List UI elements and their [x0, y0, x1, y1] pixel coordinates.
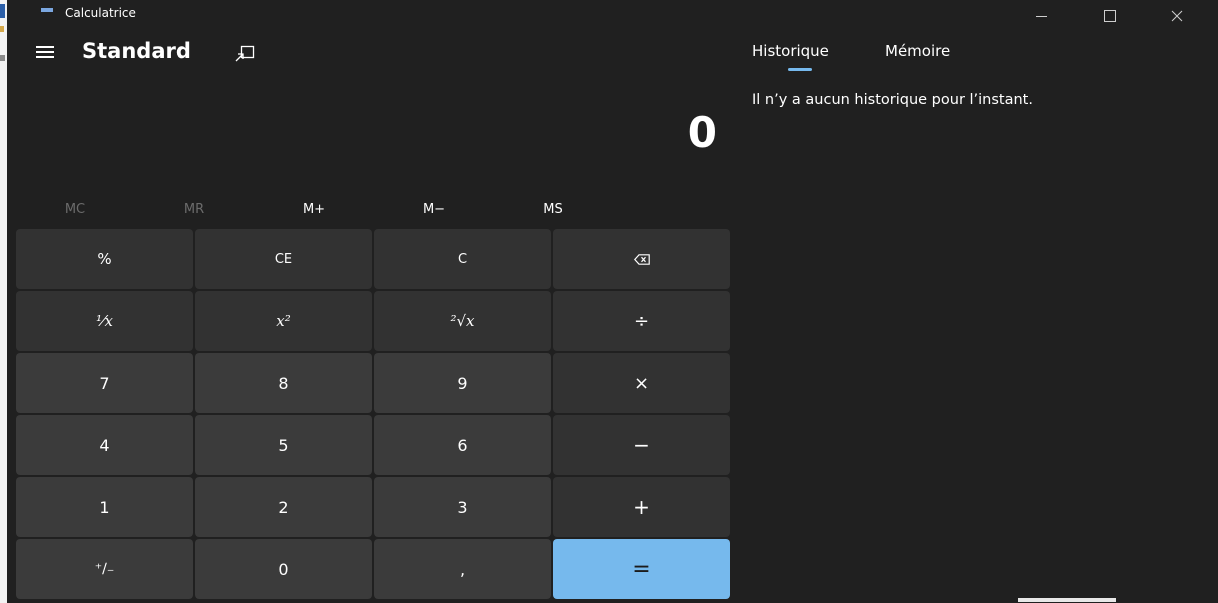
- panel-bottom-bar: [1018, 598, 1116, 602]
- history-empty-message: Il n’y a aucun historique pour l’instant…: [752, 92, 1033, 108]
- minus-button[interactable]: −: [553, 415, 730, 475]
- background-window-edge: [0, 0, 7, 603]
- reciprocal-label: ¹⁄x: [96, 312, 113, 330]
- tab-history[interactable]: Historique: [752, 42, 829, 60]
- digit-1-button[interactable]: 1: [16, 477, 193, 537]
- backspace-icon: [633, 253, 650, 265]
- clear-button[interactable]: C: [374, 229, 551, 289]
- digit-9-button[interactable]: 9: [374, 353, 551, 413]
- multiply-button[interactable]: ×: [553, 353, 730, 413]
- clear-entry-button[interactable]: CE: [195, 229, 372, 289]
- keep-on-top-icon[interactable]: [234, 45, 256, 63]
- mode-title: Standard: [82, 39, 191, 63]
- minimize-button[interactable]: [1018, 0, 1064, 32]
- square-root-label: ²√x: [450, 312, 475, 330]
- memory-store-button[interactable]: MS: [513, 196, 593, 224]
- negate-button[interactable]: ⁺∕₋: [16, 539, 193, 599]
- memory-subtract-button[interactable]: M−: [394, 196, 474, 224]
- square-root-button[interactable]: ²√x: [374, 291, 551, 351]
- tab-memory[interactable]: Mémoire: [885, 42, 950, 60]
- window-title: Calculatrice: [65, 6, 136, 20]
- hamburger-icon[interactable]: [36, 44, 56, 60]
- square-label: x²: [276, 312, 291, 330]
- digit-7-button[interactable]: 7: [16, 353, 193, 413]
- memory-bar: MC MR M+ M− MS: [16, 196, 731, 224]
- digit-2-button[interactable]: 2: [195, 477, 372, 537]
- square-button[interactable]: x²: [195, 291, 372, 351]
- digit-0-button[interactable]: 0: [195, 539, 372, 599]
- equals-button[interactable]: =: [553, 539, 730, 599]
- calculator-icon: [41, 8, 53, 22]
- active-tab-indicator: [788, 68, 812, 71]
- result-display: 0: [687, 108, 718, 157]
- digit-8-button[interactable]: 8: [195, 353, 372, 413]
- minimize-icon: [1035, 15, 1047, 17]
- memory-add-button[interactable]: M+: [274, 196, 354, 224]
- decimal-button[interactable]: ,: [374, 539, 551, 599]
- digit-3-button[interactable]: 3: [374, 477, 551, 537]
- digit-4-button[interactable]: 4: [16, 415, 193, 475]
- maximize-icon: [1104, 10, 1116, 22]
- reciprocal-button[interactable]: ¹⁄x: [16, 291, 193, 351]
- percent-button[interactable]: %: [16, 229, 193, 289]
- close-icon: [1171, 10, 1183, 22]
- background-window-mark: [0, 4, 5, 18]
- title-bar[interactable]: Calculatrice: [7, 0, 1218, 32]
- digit-5-button[interactable]: 5: [195, 415, 372, 475]
- close-button[interactable]: [1154, 0, 1200, 32]
- digit-6-button[interactable]: 6: [374, 415, 551, 475]
- memory-recall-button[interactable]: MR: [154, 196, 234, 224]
- maximize-button[interactable]: [1087, 0, 1133, 32]
- history-panel: Historique Mémoire Il n’y a aucun histor…: [735, 32, 1218, 603]
- plus-button[interactable]: +: [553, 477, 730, 537]
- divide-button[interactable]: ÷: [553, 291, 730, 351]
- keypad: % CE C ¹⁄x x² ²√x ÷ 7 8 9 × 4 5 6 − 1 2 …: [16, 229, 731, 601]
- backspace-button[interactable]: [553, 229, 730, 289]
- memory-clear-button[interactable]: MC: [35, 196, 115, 224]
- calculator-header: Standard: [0, 32, 735, 76]
